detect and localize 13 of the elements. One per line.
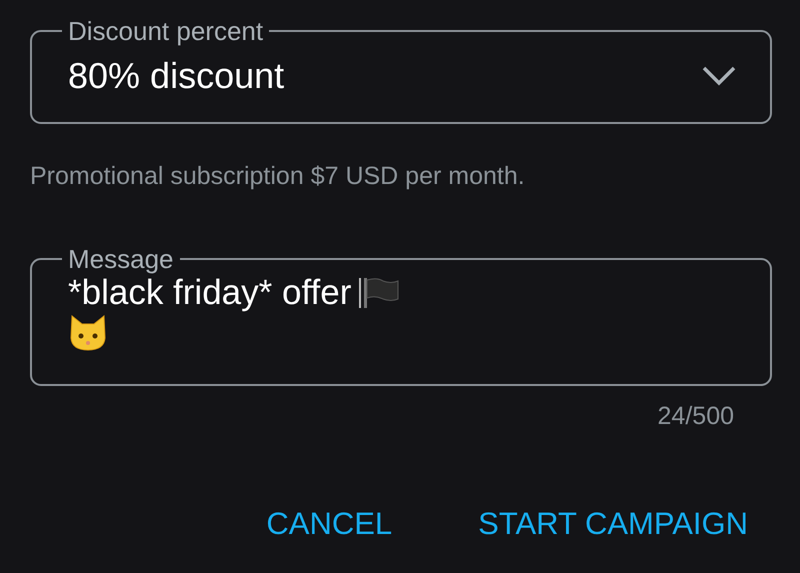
- field-label: Message: [67, 246, 174, 272]
- cat-icon: [68, 314, 108, 352]
- select-value: 80% discount: [68, 54, 284, 98]
- helper-text: Promotional subscription $7 USD per month.: [30, 161, 526, 192]
- action-button[interactable]: CANCEL: [258, 497, 400, 552]
- discount-select[interactable]: Discount percent 80% discount: [30, 18, 772, 124]
- character-counter: 24/500: [656, 400, 734, 432]
- action-button[interactable]: START CAMPAIGN: [470, 497, 756, 552]
- flag-icon: [363, 276, 400, 309]
- chevron-down-icon: [702, 66, 736, 86]
- field-label: Discount percent: [67, 18, 264, 44]
- message-text: *black friday* offer: [68, 274, 352, 312]
- text-cursor: [359, 278, 362, 308]
